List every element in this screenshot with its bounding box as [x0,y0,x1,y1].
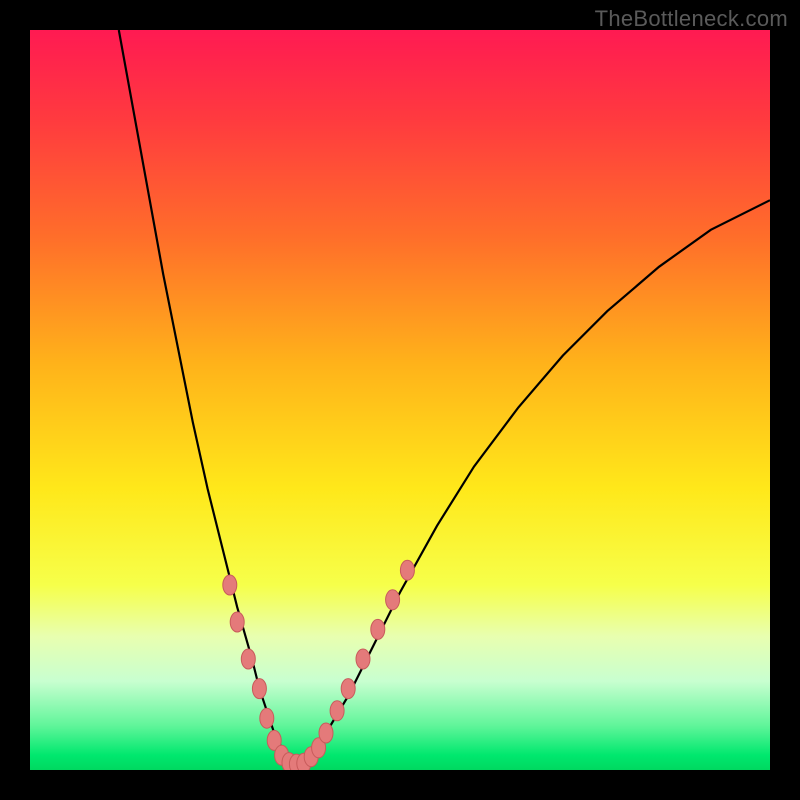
chart-svg [30,30,770,770]
watermark-text: TheBottleneck.com [595,6,788,32]
marker-left-4 [260,708,274,728]
marker-right-2 [330,701,344,721]
marker-left-0 [223,575,237,595]
chart-frame [30,30,770,770]
marker-left-2 [241,649,255,669]
plot-background [30,30,770,770]
marker-right-5 [371,619,385,639]
marker-left-3 [252,679,266,699]
marker-right-4 [356,649,370,669]
marker-right-7 [400,560,414,580]
marker-right-1 [319,723,333,743]
marker-right-3 [341,679,355,699]
marker-right-6 [386,590,400,610]
marker-left-1 [230,612,244,632]
